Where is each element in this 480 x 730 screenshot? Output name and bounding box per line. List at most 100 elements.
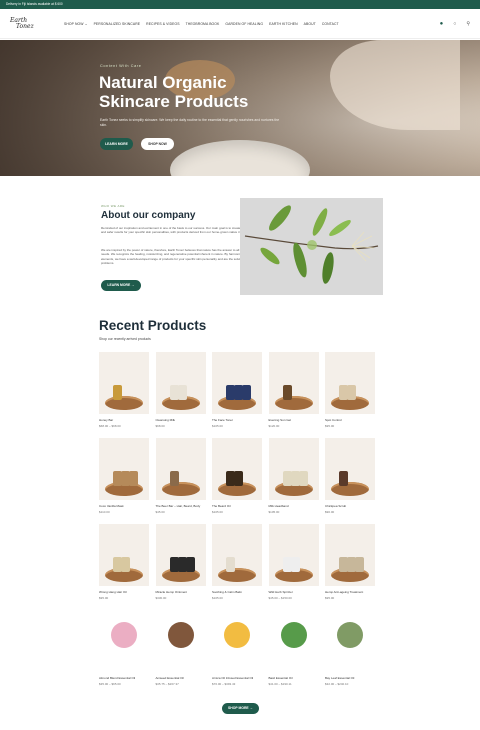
- product-image[interactable]: [325, 610, 375, 672]
- product-name[interactable]: Cleansing Milk: [156, 418, 206, 422]
- product-card[interactable]: Miracle Hemp Ointment $330.00: [155, 524, 206, 610]
- product-bottle: [347, 385, 356, 400]
- product-card[interactable]: Wrong Hang Hair Oil $95.00: [99, 524, 149, 610]
- product-name[interactable]: Miracle Hemp Ointment: [156, 590, 206, 594]
- about-image-tea-tree: [240, 198, 383, 295]
- site-logo[interactable]: Earth Tonez: [10, 18, 46, 29]
- product-image[interactable]: [212, 524, 262, 586]
- product-name[interactable]: Hemp Anti-ageing Treatment: [325, 590, 375, 594]
- product-bottle: [242, 385, 251, 400]
- product-card[interactable]: Honey Bar $68.00 – $68.00: [99, 352, 149, 438]
- product-image[interactable]: [99, 610, 149, 672]
- product-price: $35.75 – $267.37: [155, 682, 179, 686]
- product-name[interactable]: Aniseed Essential Oil: [156, 676, 206, 680]
- product-card[interactable]: The Beard Oil $105.00: [212, 438, 262, 524]
- hero-image-hand: [330, 40, 460, 130]
- product-image[interactable]: [155, 610, 206, 672]
- product-name[interactable]: Milk Headband: [269, 504, 319, 508]
- product-price: $35.00 – $65.00: [99, 682, 121, 686]
- product-name[interactable]: The Face Toner: [212, 418, 262, 422]
- product-bottle: [282, 385, 292, 400]
- product-card[interactable]: The Face Toner $105.00: [212, 352, 262, 438]
- product-card[interactable]: Coco Vanilla Mask $110.00: [99, 438, 149, 524]
- product-name[interactable]: The Beer Bar – Hair, Beard, Body: [156, 504, 206, 508]
- product-image[interactable]: [99, 524, 149, 586]
- recent-products-title: Recent Products: [99, 318, 207, 333]
- product-card[interactable]: Evening Sun Gel $120.00: [268, 352, 319, 438]
- product-image[interactable]: [99, 352, 149, 414]
- product-image[interactable]: [268, 524, 319, 586]
- product-name[interactable]: Chickpea Scrub: [325, 504, 375, 508]
- product-card[interactable]: Wild Herb Spritzer $45.00 – $150.00: [268, 524, 319, 610]
- about-learn-more-button[interactable]: LEARN MORE →: [101, 280, 141, 291]
- product-bottle: [185, 557, 195, 572]
- product-image[interactable]: [325, 438, 375, 500]
- product-bottle: [177, 385, 187, 400]
- product-price: $68.00: [155, 424, 165, 428]
- product-bottle: [121, 557, 130, 572]
- product-card[interactable]: Aniseed Essential Oil $35.75 – $267.37: [155, 610, 206, 696]
- wood-slice: [331, 482, 369, 496]
- product-image[interactable]: [99, 438, 149, 500]
- product-name[interactable]: Honey Bar: [99, 418, 149, 422]
- product-name[interactable]: Soothing & Calm Balm: [212, 590, 262, 594]
- product-name[interactable]: Spot Control: [325, 418, 375, 422]
- product-name[interactable]: Basil Essential Oil: [269, 676, 319, 680]
- product-price: $105.00: [212, 424, 223, 428]
- product-name[interactable]: The Beard Oil: [212, 504, 262, 508]
- product-card[interactable]: Arnica Oil Infused Essential Oil $76.00 –…: [212, 610, 262, 696]
- product-card[interactable]: The Beer Bar – Hair, Beard, Body $45.00: [155, 438, 206, 524]
- product-image[interactable]: [212, 438, 262, 500]
- product-card[interactable]: Basil Essential Oil $41.00 – $190.11: [268, 610, 319, 696]
- product-price: $95.00: [99, 596, 109, 600]
- product-card[interactable]: Spot Control $95.00: [325, 352, 375, 438]
- product-card[interactable]: Milk Headband $105.00: [268, 438, 319, 524]
- product-bottle: [234, 471, 243, 486]
- product-image[interactable]: [212, 610, 262, 672]
- hero-title: Natural Organic Skincare Products: [99, 73, 249, 111]
- hero-shop-now-button[interactable]: SHOP NOW: [141, 138, 174, 150]
- hero-learn-more-button[interactable]: LEARN MORE: [100, 138, 133, 150]
- menu-item-recipes-videos[interactable]: RECIPES & VIDEOS: [146, 22, 179, 26]
- search-icon[interactable]: ⚲: [466, 21, 470, 27]
- product-name[interactable]: Almond Blend Essential Oil: [99, 676, 149, 680]
- product-card[interactable]: Almond Blend Essential Oil $35.00 – $65.0…: [99, 610, 149, 696]
- product-bottle: [129, 471, 138, 486]
- product-image[interactable]: [268, 352, 319, 414]
- product-card[interactable]: Cleansing Milk $68.00: [155, 352, 206, 438]
- hero-description: Earth Tonez seeks to simplify skincare. …: [100, 118, 280, 127]
- account-icon[interactable]: ○: [453, 21, 456, 27]
- shop-more-button[interactable]: SHOP MORE →: [222, 703, 259, 714]
- product-price: $45.00 – $150.00: [268, 596, 292, 600]
- product-name[interactable]: Coco Vanilla Mask: [99, 504, 149, 508]
- botanical-image: [167, 622, 194, 648]
- product-card[interactable]: Hemp Anti-ageing Treatment $95.00: [325, 524, 375, 610]
- product-image[interactable]: [325, 524, 375, 586]
- product-image[interactable]: [268, 610, 319, 672]
- product-card[interactable]: Chickpea Scrub $90.00: [325, 438, 375, 524]
- cart-icon[interactable]: ●: [440, 21, 444, 27]
- menu-item-earth-kitchen[interactable]: EARTH KITCHEN: [269, 22, 298, 26]
- menu-item-contact[interactable]: CONTACT: [322, 22, 339, 26]
- product-name[interactable]: Wrong Hang Hair Oil: [99, 590, 149, 594]
- product-name[interactable]: Evening Sun Gel: [269, 418, 319, 422]
- product-image[interactable]: [325, 352, 375, 414]
- about-kicker: WHO WE ARE: [101, 204, 125, 208]
- product-image[interactable]: [268, 438, 319, 500]
- wood-slice: [161, 482, 200, 496]
- product-image[interactable]: [212, 352, 262, 414]
- product-card[interactable]: Bay Leaf Essential Oil $32.00 – $240.10: [325, 610, 375, 696]
- product-name[interactable]: Wild Herb Spritzer: [269, 590, 319, 594]
- product-image[interactable]: [155, 352, 206, 414]
- product-name[interactable]: Arnica Oil Infused Essential Oil: [212, 676, 262, 680]
- product-name[interactable]: Bay Leaf Essential Oil: [325, 676, 375, 680]
- product-card[interactable]: Soothing & Calm Balm $105.00: [212, 524, 262, 610]
- menu-item-theobroma-book[interactable]: THEOBROMA BOOK: [186, 22, 220, 26]
- product-image[interactable]: [155, 524, 206, 586]
- menu-item-shop-now[interactable]: SHOP NOW ⌄: [64, 22, 88, 26]
- menu-item-personalized-skincare[interactable]: PERSONALIZED SKINCARE: [94, 22, 141, 26]
- product-bottle: [290, 557, 300, 572]
- menu-item-garden-of-healing[interactable]: GARDEN OF HEALING: [225, 22, 263, 26]
- menu-item-about[interactable]: ABOUT: [304, 22, 316, 26]
- product-image[interactable]: [155, 438, 206, 500]
